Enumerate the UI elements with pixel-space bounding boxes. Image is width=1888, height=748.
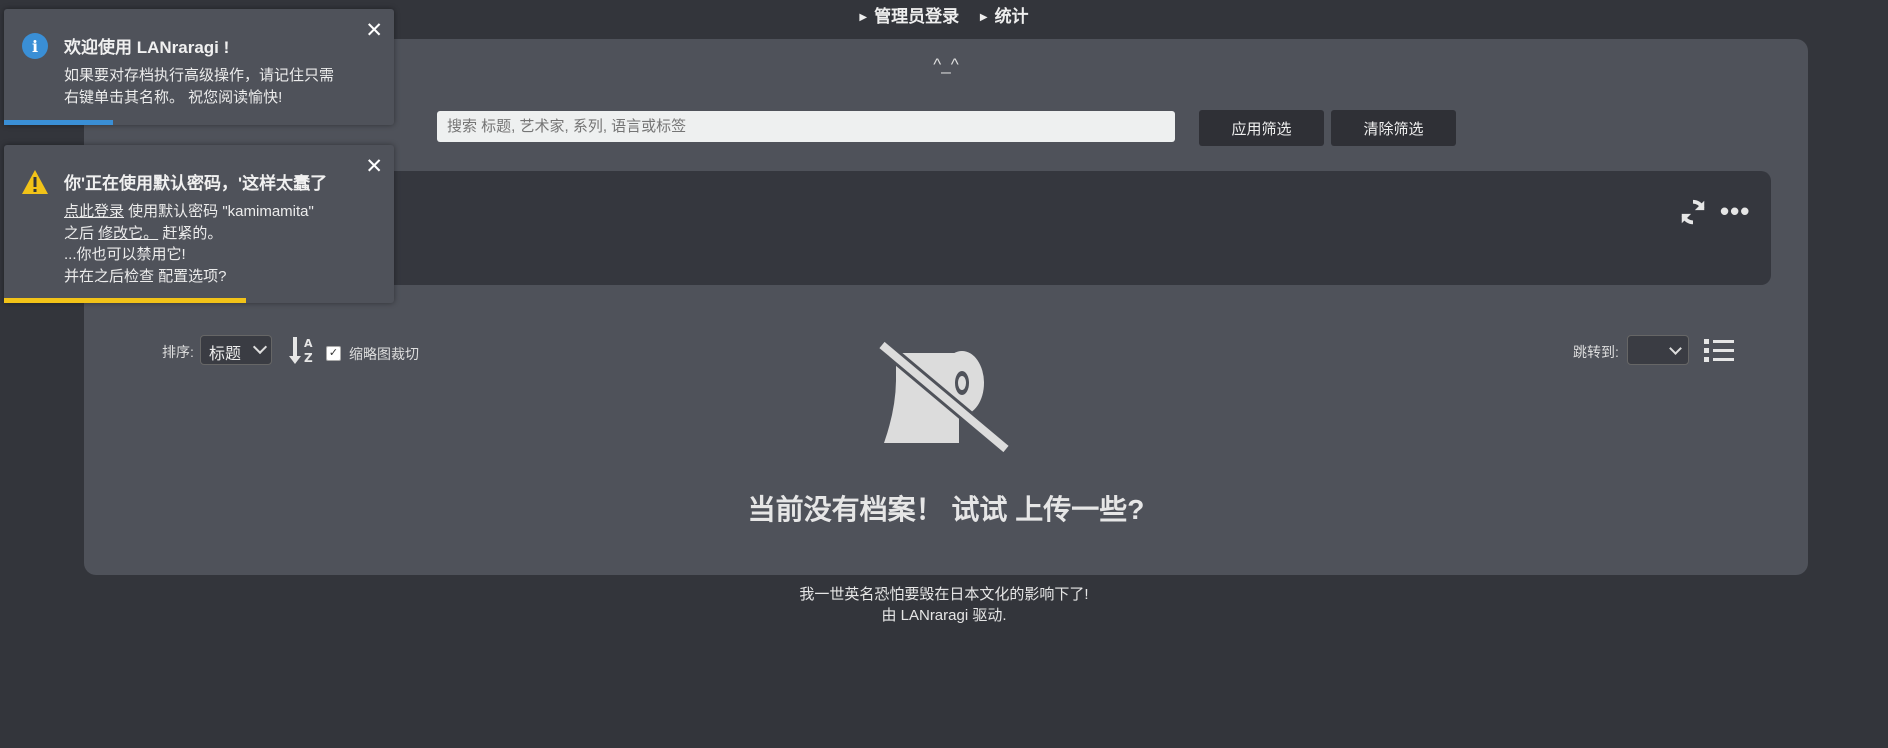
sort-select[interactable]: 标题 — [200, 335, 272, 365]
chevron-down-icon — [252, 339, 268, 355]
jump-select[interactable] — [1627, 335, 1689, 365]
toast-title: 你'正在使用默认密码，'这样太蠢了 — [64, 174, 328, 193]
toast-progress-bar — [4, 120, 114, 125]
caret-right-icon: ▶ — [979, 12, 988, 23]
admin-login-link[interactable]: ▶ 管理员登录 — [855, 2, 963, 27]
footer-quote: 我一世英名恐怕要毁在日本文化的影响下了! — [799, 586, 1089, 603]
empty-message: 当前没有档案！ 试试 上传一些? — [747, 494, 1145, 525]
sort-select-value: 标题 — [209, 346, 242, 363]
clear-filter-button[interactable]: 清除筛选 — [1331, 110, 1456, 146]
toast-text: 之后 — [64, 224, 99, 242]
info-icon: i — [22, 33, 48, 59]
no-toilet-paper-icon — [877, 339, 1011, 455]
toast-progress-bar — [4, 298, 246, 303]
toast-body: 点此登录 使用默认密码 "kamimamita" 之后 修改它。 赶紧的。 ..… — [64, 201, 314, 287]
sort-order-icon[interactable]: A Z — [289, 334, 317, 366]
toast-title: 欢迎使用 LANraragi ! — [64, 38, 230, 57]
toast-text: 赶紧的。 — [158, 224, 223, 242]
footer-powered-by: 由 LANraragi 驱动. — [881, 607, 1007, 624]
toast-text: 使用默认密码 "kamimamita" — [124, 203, 314, 220]
apply-filter-button[interactable]: 应用筛选 — [1199, 110, 1324, 146]
svg-text:Z: Z — [304, 351, 313, 365]
refresh-icon[interactable] — [1678, 197, 1708, 227]
stats-label: 统计 — [994, 7, 1029, 26]
search-input[interactable] — [437, 111, 1175, 142]
toast-body: 如果要对存档执行高级操作，请记住只需 右键单击其名称。 祝您阅读愉快! — [64, 65, 334, 108]
change-password-link[interactable]: 修改它。 — [98, 225, 158, 242]
svg-text:i: i — [32, 37, 38, 56]
svg-text:A: A — [304, 337, 313, 350]
crop-checkbox[interactable]: ✓ — [326, 346, 341, 361]
welcome-toast: i 欢迎使用 LANraragi ! 如果要对存档执行高级操作，请记住只需 右键… — [4, 9, 394, 125]
close-icon[interactable]: ✕ — [365, 154, 383, 179]
toast-line: 如果要对存档执行高级操作，请记住只需 — [64, 67, 335, 84]
default-password-toast: 你'正在使用默认密码，'这样太蠢了 点此登录 使用默认密码 "kamimamit… — [4, 145, 394, 303]
toast-line: 右键单击其名称。 祝您阅读愉快! — [64, 88, 283, 106]
stats-link[interactable]: ▶ 统计 — [976, 2, 1033, 27]
toast-line: 点此登录 使用默认密码 "kamimamita" — [64, 201, 314, 223]
sort-label: 排序: — [162, 344, 194, 360]
toast-text: 并在之后检查 — [64, 267, 159, 285]
close-icon[interactable]: ✕ — [365, 18, 383, 43]
list-view-icon[interactable] — [1704, 338, 1734, 364]
config-link[interactable]: 配置选项? — [158, 268, 226, 285]
warning-icon — [22, 170, 48, 194]
admin-login-label: 管理员登录 — [874, 7, 960, 26]
toast-line: 并在之后检查 配置选项? — [64, 266, 314, 288]
more-options-icon[interactable]: ••• — [1720, 198, 1750, 224]
toast-line: ...你也可以禁用它! — [64, 246, 186, 263]
jump-label: 跳转到: — [1573, 344, 1619, 360]
crop-label: 缩略图裁切 — [349, 346, 419, 362]
login-link[interactable]: 点此登录 — [64, 203, 124, 220]
footer: 我一世英名恐怕要毁在日本文化的影响下了! 由 LANraragi 驱动. — [0, 584, 1888, 626]
caret-right-icon: ▶ — [859, 12, 868, 23]
toast-line: 之后 修改它。 赶紧的。 — [64, 223, 314, 245]
chevron-down-icon — [1669, 342, 1682, 355]
